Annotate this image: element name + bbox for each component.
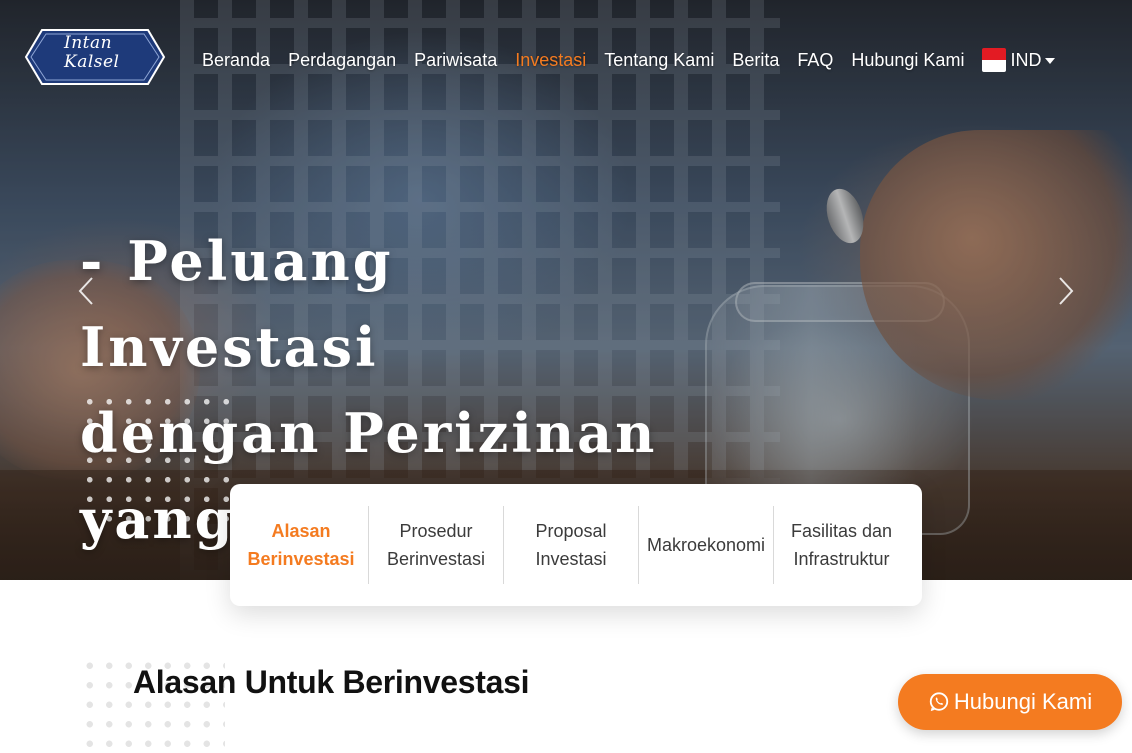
nav-item-investasi[interactable]: Investasi <box>515 50 586 71</box>
nav-item-berita[interactable]: Berita <box>732 50 779 71</box>
nav-item-faq[interactable]: FAQ <box>797 50 833 71</box>
tab-makroekonomi[interactable]: Makroekonomi <box>639 506 774 584</box>
logo[interactable]: Intan Kalsel <box>24 28 166 86</box>
nav-item-pariwisata[interactable]: Pariwisata <box>414 50 497 71</box>
logo-text: Intan Kalsel <box>64 34 144 72</box>
contact-button-label: Hubungi Kami <box>953 689 1093 714</box>
navbar: Intan Kalsel Beranda Perdagangan Pariwis… <box>0 0 1132 120</box>
tab-alasan-berinvestasi[interactable]: Alasan Berinvestasi <box>234 506 369 584</box>
tab-fasilitas-infrastruktur[interactable]: Fasilitas dan Infrastruktur <box>774 506 909 584</box>
tab-label-line2: Infrastruktur <box>793 549 890 569</box>
tab-label-line2: Berinvestasi <box>386 549 486 569</box>
nav-item-perdagangan[interactable]: Perdagangan <box>288 50 396 71</box>
carousel-next-icon[interactable] <box>1056 276 1076 306</box>
hero-headline-line2: dengan Perizinan <box>80 401 658 465</box>
tab-label-line1: Alasan <box>271 521 331 541</box>
nav-menu: Beranda Perdagangan Pariwisata Investasi… <box>202 47 1056 73</box>
tab-label-line1: Makroekonomi <box>646 535 766 555</box>
nav-item-hubungi-kami[interactable]: Hubungi Kami <box>851 50 964 71</box>
logo-line2: Kalsel <box>64 52 120 72</box>
nav-item-tentang-kami[interactable]: Tentang Kami <box>604 50 714 71</box>
tab-label-line2: Investasi <box>535 549 607 569</box>
language-selector[interactable]: IND <box>982 48 1056 72</box>
tab-label-line1: Proposal <box>535 521 607 541</box>
language-label: IND <box>1010 49 1042 70</box>
indonesia-flag-icon <box>982 48 1007 72</box>
whatsapp-contact-button[interactable]: Hubungi Kami <box>898 674 1122 730</box>
tab-label-line2: Berinvestasi <box>247 549 355 569</box>
tab-prosedur-berinvestasi[interactable]: Prosedur Berinvestasi <box>369 506 504 584</box>
hero-headline-line1: - Peluang Investasi <box>80 229 394 379</box>
tab-label-line1: Prosedur <box>399 521 473 541</box>
whatsapp-icon <box>929 692 949 712</box>
section-title: Alasan Untuk Berinvestasi <box>133 664 530 700</box>
logo-line1: Intan <box>64 33 113 53</box>
tab-label-line1: Fasilitas dan <box>790 521 893 541</box>
tab-proposal-investasi[interactable]: Proposal Investasi <box>504 506 639 584</box>
chevron-down-icon <box>1045 58 1056 64</box>
carousel-prev-icon[interactable] <box>76 276 96 306</box>
nav-item-beranda[interactable]: Beranda <box>202 50 270 71</box>
investment-tabs: Alasan Berinvestasi Prosedur Berinvestas… <box>230 484 922 606</box>
